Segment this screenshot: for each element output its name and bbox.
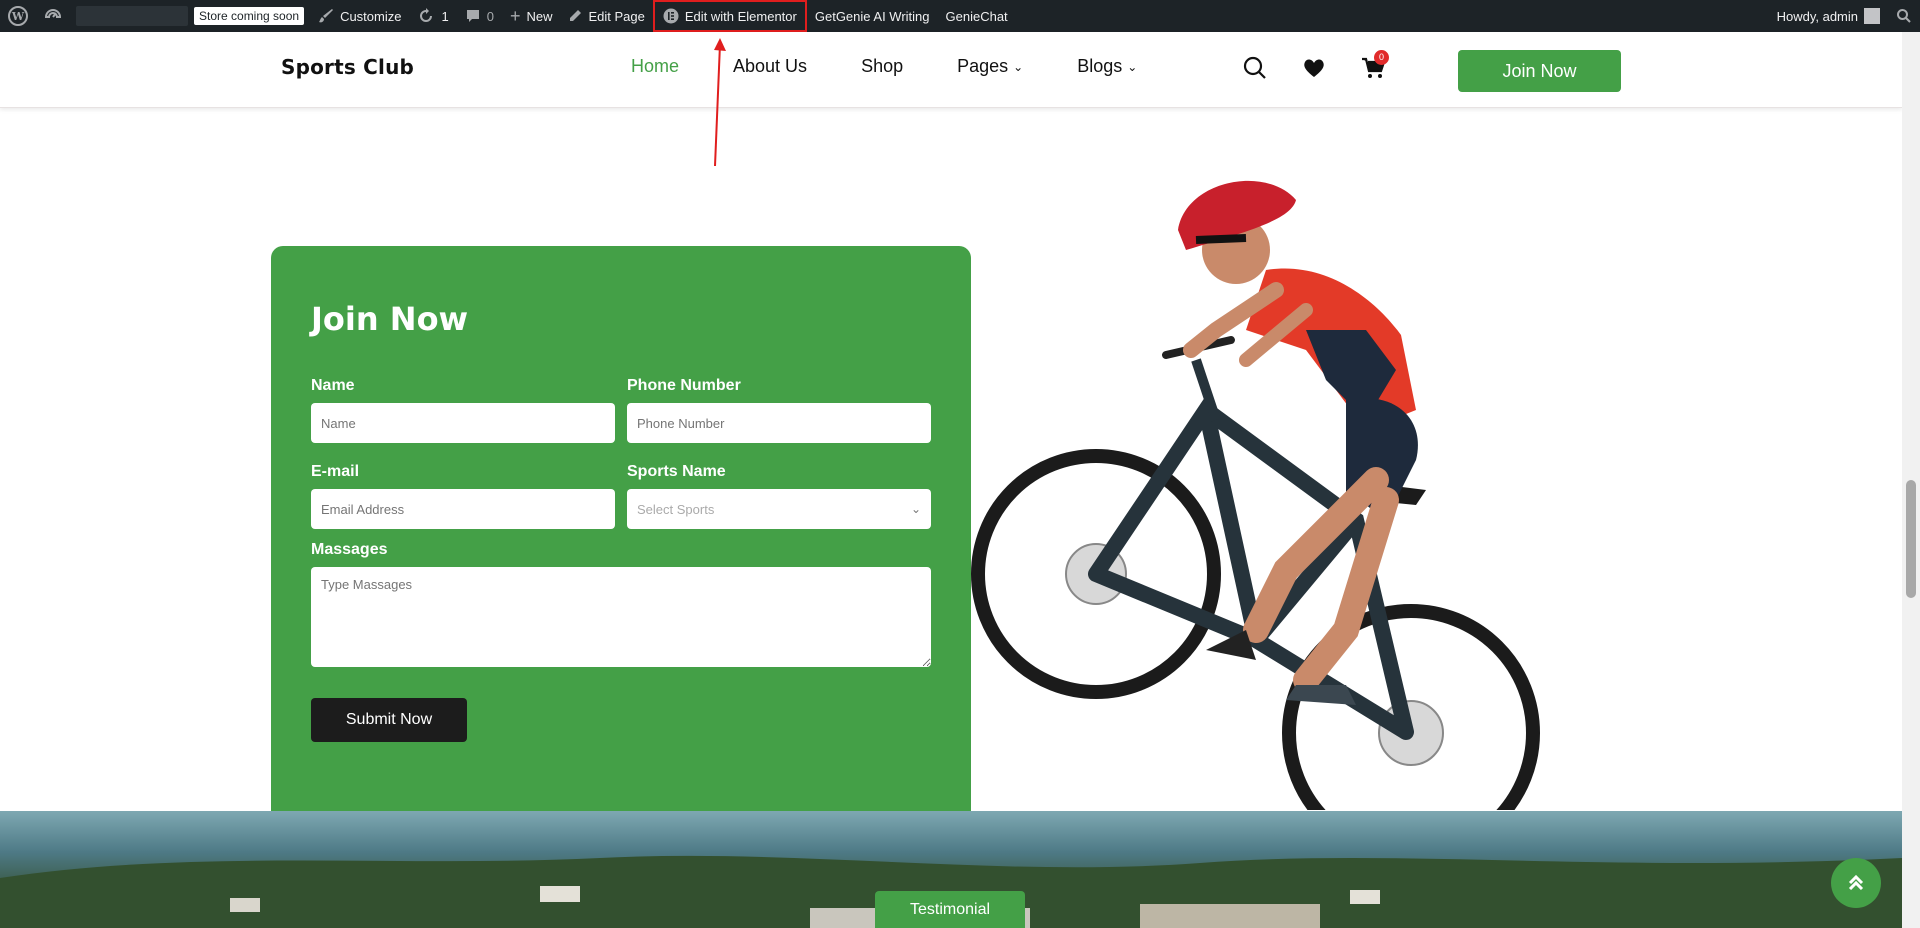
email-label: E-mail bbox=[311, 463, 360, 480]
nav-about-us[interactable]: About Us bbox=[733, 56, 807, 77]
comments-link[interactable]: 0 bbox=[457, 0, 502, 32]
avatar bbox=[1864, 8, 1880, 24]
nav-pages[interactable]: Pages ⌄ bbox=[957, 56, 1023, 77]
store-status-badge[interactable]: Store coming soon bbox=[194, 7, 305, 25]
comment-icon bbox=[466, 10, 479, 22]
phone-input[interactable] bbox=[627, 403, 931, 443]
annotation-arrow bbox=[714, 38, 726, 167]
site-logo[interactable]: Sports Club bbox=[281, 55, 414, 79]
email-input[interactable] bbox=[311, 489, 615, 529]
phone-label: Phone Number bbox=[627, 377, 741, 394]
dashboard-icon[interactable] bbox=[36, 0, 70, 32]
double-chevron-up-icon bbox=[1848, 874, 1864, 891]
new-content-link[interactable]: + New bbox=[502, 0, 561, 32]
edit-page-link[interactable]: Edit Page bbox=[560, 0, 652, 32]
chevron-down-icon: ⌄ bbox=[910, 502, 921, 516]
sports-select[interactable]: Select Sports ⌄ bbox=[627, 489, 931, 529]
customize-link[interactable]: Customize bbox=[310, 0, 409, 32]
message-label: Massages bbox=[311, 541, 388, 558]
nav-shop[interactable]: Shop bbox=[861, 56, 903, 77]
nav-blogs[interactable]: Blogs ⌄ bbox=[1077, 56, 1137, 77]
nav-home[interactable]: Home bbox=[631, 56, 679, 77]
chevron-down-icon: ⌄ bbox=[1013, 59, 1024, 74]
name-label: Name bbox=[311, 377, 355, 394]
sports-label: Sports Name bbox=[627, 463, 726, 480]
join-form-card: Join Now Name Phone Number E-mail Sports… bbox=[271, 246, 971, 816]
cart-count-badge: 0 bbox=[1374, 50, 1389, 65]
updates-icon bbox=[420, 8, 433, 22]
pencil-icon bbox=[570, 10, 582, 21]
join-now-button[interactable]: Join Now bbox=[1458, 50, 1621, 92]
updates-link[interactable]: 1 bbox=[409, 0, 456, 32]
testimonial-tab[interactable]: Testimonial bbox=[875, 891, 1025, 928]
scrollbar-thumb[interactable] bbox=[1906, 480, 1916, 598]
account-menu[interactable]: Howdy, admin bbox=[1769, 0, 1888, 32]
name-input[interactable] bbox=[311, 403, 615, 443]
edit-with-elementor-link[interactable]: Edit with Elementor bbox=[652, 0, 807, 32]
submit-button[interactable]: Submit Now bbox=[311, 698, 467, 742]
admin-search-icon[interactable] bbox=[1888, 0, 1920, 32]
search-icon[interactable] bbox=[1242, 55, 1268, 81]
heart-icon[interactable] bbox=[1301, 55, 1327, 81]
form-title: Join Now bbox=[311, 300, 469, 338]
geniechat-link[interactable]: GenieChat bbox=[938, 0, 1016, 32]
admin-bar: W Store coming soon Customize 1 0 + New … bbox=[0, 0, 1920, 32]
cyclist-image bbox=[971, 180, 1540, 810]
chevron-down-icon: ⌄ bbox=[1127, 59, 1138, 74]
getgenie-link[interactable]: GetGenie AI Writing bbox=[807, 0, 938, 32]
site-name-redacted[interactable] bbox=[76, 6, 188, 26]
site-header: Sports Club Home About Us Shop Pages ⌄ Bl… bbox=[0, 32, 1902, 108]
brush-icon bbox=[319, 9, 334, 23]
wordpress-logo-icon[interactable]: W bbox=[0, 0, 36, 32]
plus-icon: + bbox=[509, 5, 521, 26]
elementor-icon bbox=[663, 8, 679, 24]
message-textarea[interactable] bbox=[311, 567, 931, 667]
scroll-to-top-button[interactable] bbox=[1831, 858, 1881, 908]
svg-text:W: W bbox=[11, 10, 25, 23]
page-scrollbar[interactable] bbox=[1902, 32, 1920, 928]
